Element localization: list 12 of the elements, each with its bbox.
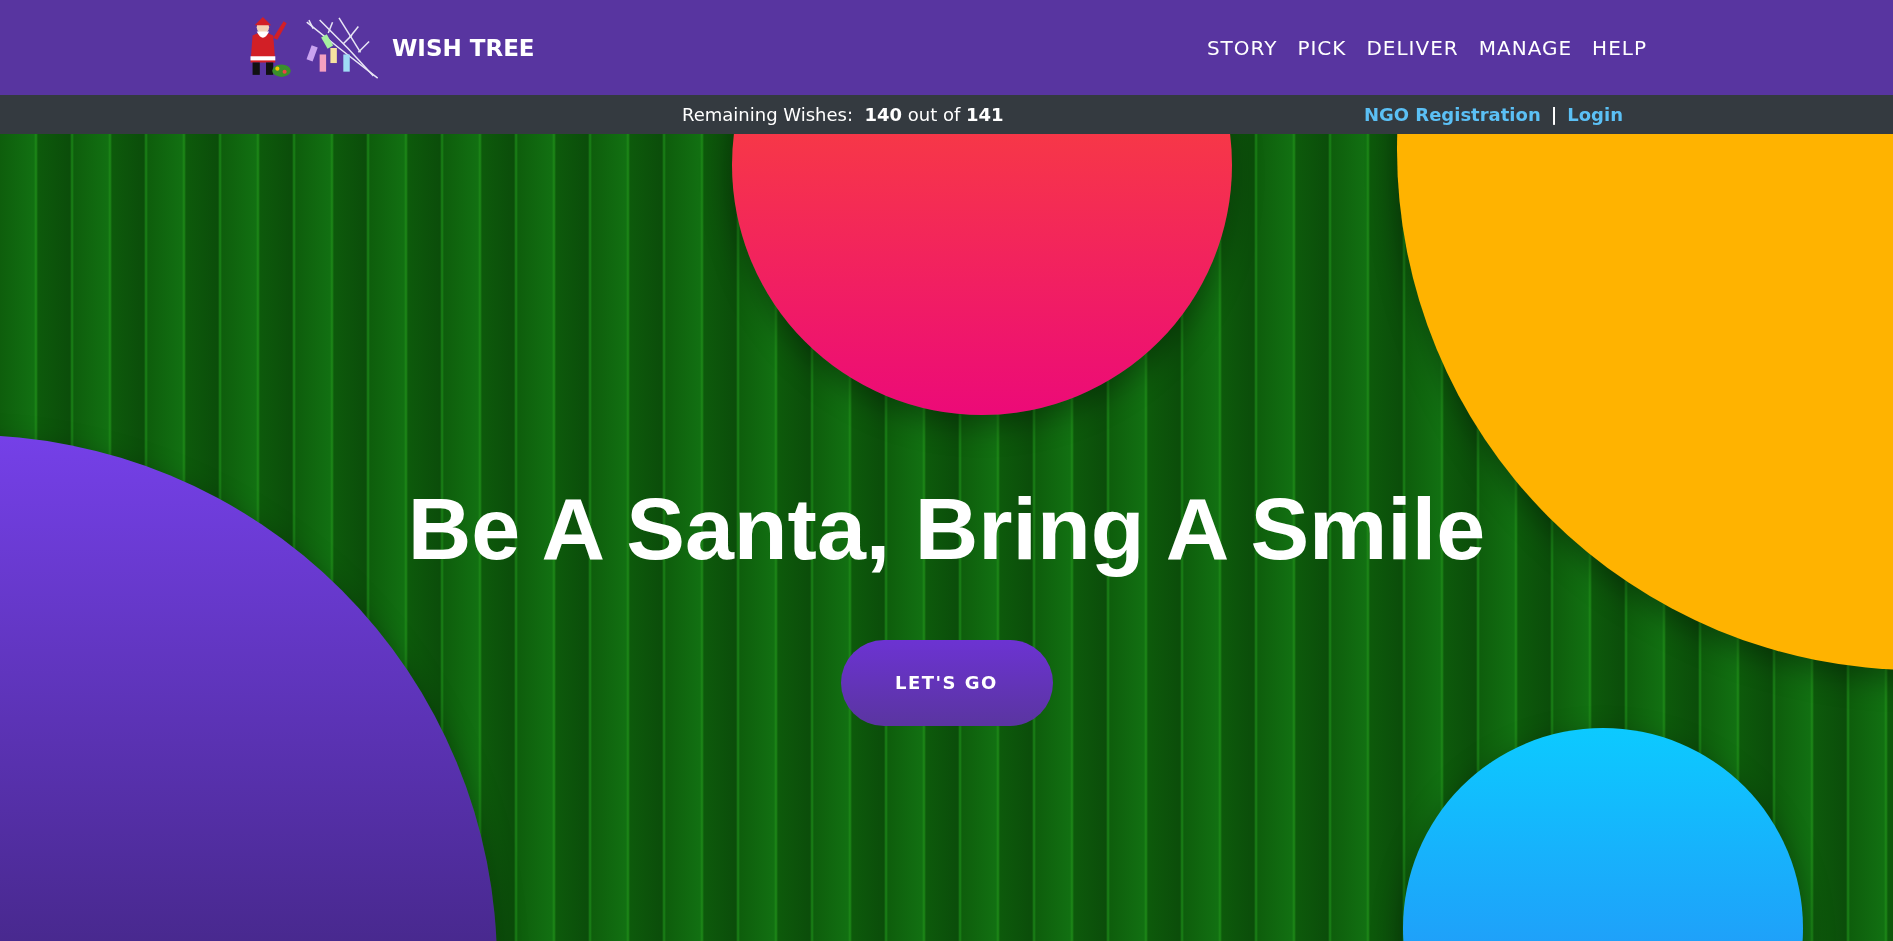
lets-go-button[interactable]: LET'S GO	[840, 639, 1053, 726]
brand-name[interactable]: WISH TREE	[392, 34, 535, 61]
hero-headline: Be A Santa, Bring A Smile	[407, 477, 1486, 580]
nav-link[interactable]: PICK	[1297, 35, 1347, 60]
separator: |	[1550, 104, 1558, 125]
login-link[interactable]: Login	[1567, 104, 1623, 125]
remaining-wishes-text: Remaining Wishes: 140 out of 141	[682, 104, 1004, 125]
nav-link[interactable]: HELP	[1592, 35, 1647, 60]
ngo-registration-link[interactable]: NGO Registration	[1363, 104, 1541, 125]
nav-link[interactable]: STORY	[1206, 35, 1278, 60]
nav-link[interactable]: MANAGE	[1478, 35, 1573, 60]
nav-link[interactable]: DELIVER	[1366, 35, 1459, 60]
